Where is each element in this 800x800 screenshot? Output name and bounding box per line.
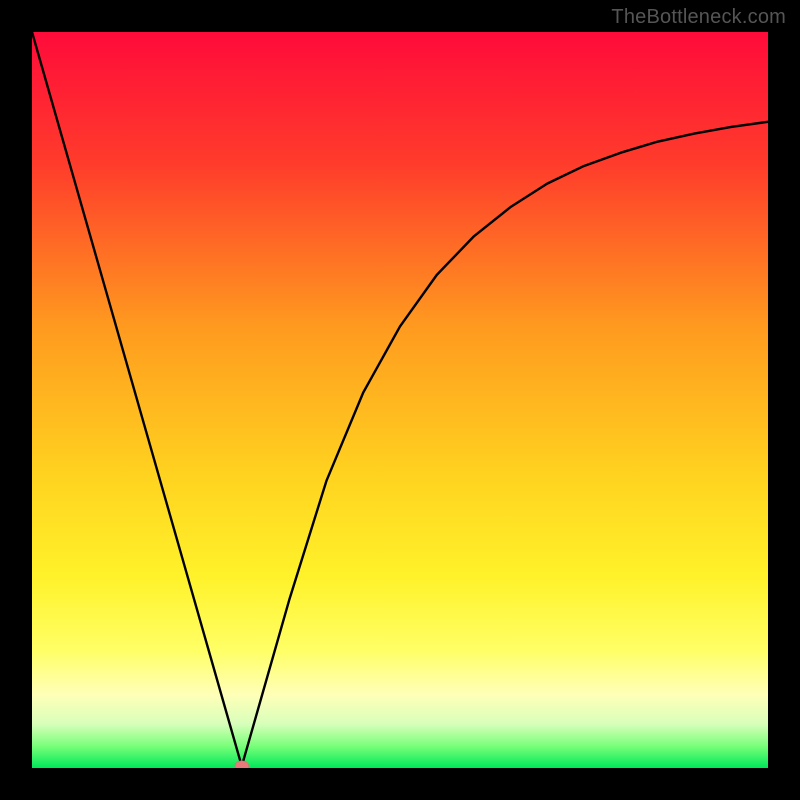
chart-svg [32, 32, 768, 768]
plot-area [32, 32, 768, 768]
watermark-text: TheBottleneck.com [611, 6, 786, 29]
chart-frame: TheBottleneck.com [0, 0, 800, 800]
